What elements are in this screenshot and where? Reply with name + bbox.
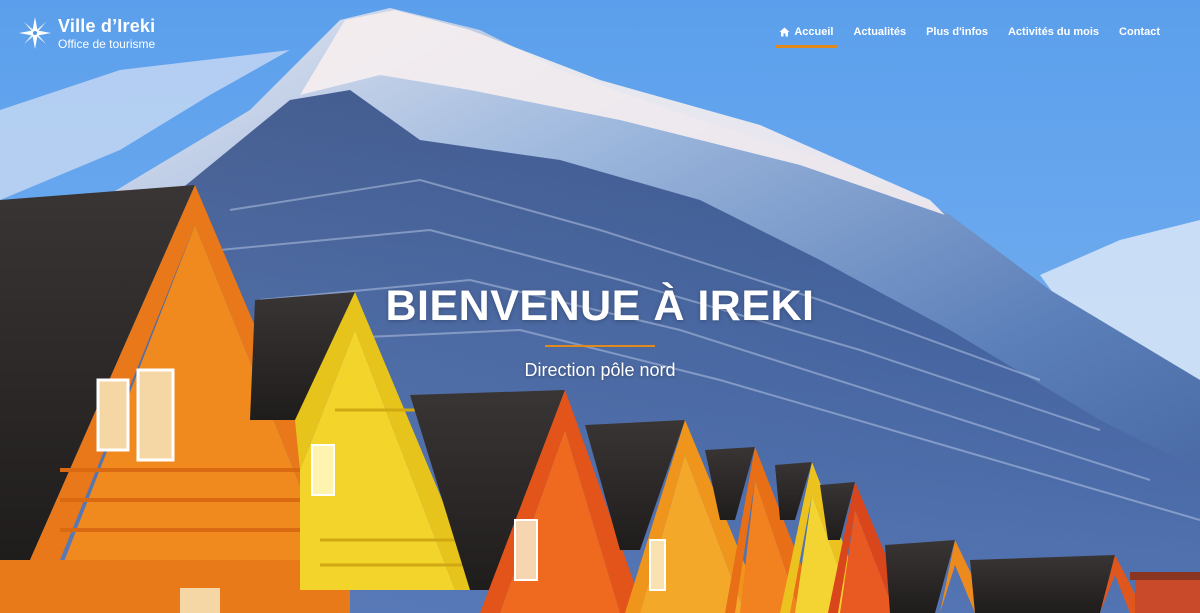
nav-item-label: Contact <box>1119 26 1160 38</box>
site-logo[interactable]: Ville d’Ireki Office de tourisme <box>18 16 155 50</box>
nav-item-label: Plus d'infos <box>926 26 988 38</box>
brand-subtitle: Office de tourisme <box>58 36 156 51</box>
hero-section: Ville d’Ireki Office de tourisme Accueil… <box>0 0 1200 613</box>
nav-item-contact[interactable]: Contact <box>1109 22 1170 48</box>
nav-item-activites-du-mois[interactable]: Activités du mois <box>998 22 1109 48</box>
hero-title: BIENVENUE À IREKI <box>385 282 815 330</box>
compass-star-icon <box>19 17 51 49</box>
hero-divider <box>545 345 655 347</box>
logo-text: Ville d’Ireki Office de tourisme <box>58 17 155 50</box>
brand-title: Ville d’Ireki <box>58 15 156 36</box>
hero-subtitle: Direction pôle nord <box>524 360 676 380</box>
nav-item-accueil[interactable]: Accueil <box>769 22 843 48</box>
nav-item-label: Actualités <box>853 26 907 38</box>
main-nav: Accueil Actualités Plus d'infos Activité… <box>769 22 1170 48</box>
top-navigation-bar: Ville d’Ireki Office de tourisme Accueil… <box>0 0 1200 70</box>
nav-item-label: Activités du mois <box>1007 26 1100 38</box>
nav-item-label: Accueil <box>794 26 834 38</box>
nav-item-actualites[interactable]: Actualités <box>843 22 916 48</box>
home-icon <box>779 27 790 37</box>
nav-item-plus-dinfos[interactable]: Plus d'infos <box>916 22 998 48</box>
